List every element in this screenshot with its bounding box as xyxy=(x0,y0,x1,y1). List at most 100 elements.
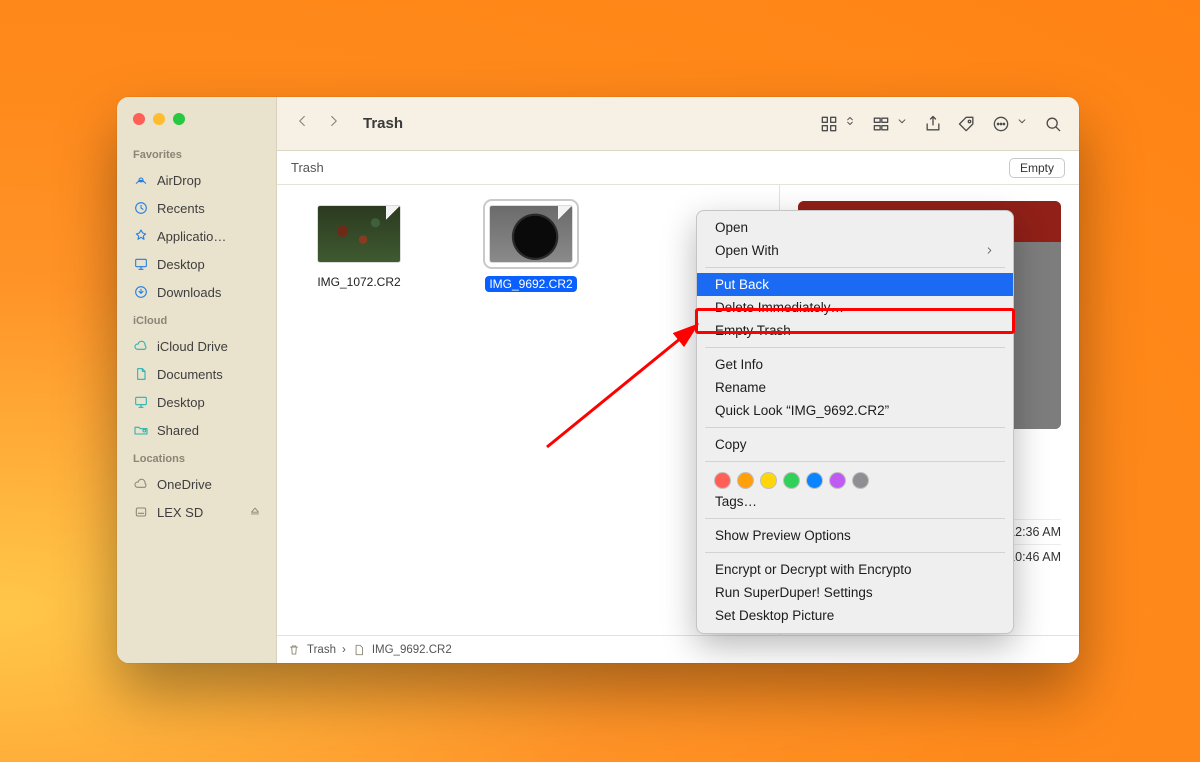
eject-icon[interactable] xyxy=(248,504,262,521)
tag-green[interactable] xyxy=(784,473,799,488)
file-icon xyxy=(352,643,366,657)
sidebar-item-label: Desktop xyxy=(157,257,205,272)
sidebar-item-label: AirDrop xyxy=(157,173,201,188)
shared-folder-icon xyxy=(133,422,149,438)
menu-set-desktop-picture[interactable]: Set Desktop Picture xyxy=(697,604,1013,627)
airdrop-icon xyxy=(133,172,149,188)
section-locations: Locations xyxy=(127,445,268,469)
menu-run-superduper[interactable]: Run SuperDuper! Settings xyxy=(697,581,1013,604)
back-button[interactable] xyxy=(293,112,311,135)
sidebar-item-applications[interactable]: Applicatio… xyxy=(127,223,268,249)
menu-open-with[interactable]: Open With xyxy=(697,239,1013,262)
sidebar-item-label: iCloud Drive xyxy=(157,339,228,354)
file-thumbnail xyxy=(489,205,573,263)
file-item[interactable]: IMG_1072.CR2 xyxy=(293,205,425,293)
tag-yellow[interactable] xyxy=(761,473,776,488)
sidebar-item-lex-sd[interactable]: LEX SD xyxy=(127,499,268,525)
menu-tags[interactable]: Tags… xyxy=(697,490,1013,513)
sidebar-item-downloads[interactable]: Downloads xyxy=(127,279,268,305)
menu-tag-colors xyxy=(697,467,1013,490)
subheader-title: Trash xyxy=(291,160,324,175)
menu-rename[interactable]: Rename xyxy=(697,376,1013,399)
minimize-button[interactable] xyxy=(153,113,165,125)
window-controls xyxy=(127,107,268,139)
applications-icon xyxy=(133,228,149,244)
menu-get-info[interactable]: Get Info xyxy=(697,353,1013,376)
file-item-selected[interactable]: IMG_9692.CR2 xyxy=(465,205,597,293)
menu-delete-immediately[interactable]: Delete Immediately… xyxy=(697,296,1013,319)
more-icon xyxy=(991,114,1011,134)
share-button[interactable] xyxy=(923,114,943,134)
group-button[interactable] xyxy=(871,114,909,134)
disk-icon xyxy=(133,504,149,520)
menu-quick-look[interactable]: Quick Look “IMG_9692.CR2” xyxy=(697,399,1013,422)
forward-button[interactable] xyxy=(325,112,343,135)
sidebar-item-onedrive[interactable]: OneDrive xyxy=(127,471,268,497)
sidebar-item-icloud-drive[interactable]: iCloud Drive xyxy=(127,333,268,359)
path-bar[interactable]: Trash › IMG_9692.CR2 xyxy=(277,635,1079,663)
zoom-button[interactable] xyxy=(173,113,185,125)
sidebar-item-desktop[interactable]: Desktop xyxy=(127,251,268,277)
file-thumbnail xyxy=(317,205,401,263)
cloud-icon xyxy=(133,476,149,492)
finder-window: Favorites AirDrop Recents Applicatio… De… xyxy=(117,97,1079,663)
document-icon xyxy=(133,366,149,382)
tag-purple[interactable] xyxy=(830,473,845,488)
updown-icon xyxy=(843,114,857,128)
menu-copy[interactable]: Copy xyxy=(697,433,1013,456)
sidebar-item-shared[interactable]: Shared xyxy=(127,417,268,443)
sidebar-item-icloud-desktop[interactable]: Desktop xyxy=(127,389,268,415)
menu-empty-trash[interactable]: Empty Trash xyxy=(697,319,1013,342)
downloads-icon xyxy=(133,284,149,300)
share-icon xyxy=(923,114,943,134)
sidebar-item-recents[interactable]: Recents xyxy=(127,195,268,221)
context-menu: Open Open With Put Back Delete Immediate… xyxy=(696,210,1014,634)
sidebar-item-label: OneDrive xyxy=(157,477,212,492)
chevron-down-icon xyxy=(895,114,909,128)
search-button[interactable] xyxy=(1043,114,1063,134)
menu-put-back[interactable]: Put Back xyxy=(697,273,1013,296)
section-favorites: Favorites xyxy=(127,141,268,165)
desktop-icon xyxy=(133,394,149,410)
main-pane: Trash xyxy=(277,97,1079,663)
sidebar: Favorites AirDrop Recents Applicatio… De… xyxy=(117,97,277,663)
desktop-icon xyxy=(133,256,149,272)
file-name: IMG_9692.CR2 xyxy=(485,276,576,292)
tag-blue[interactable] xyxy=(807,473,822,488)
sidebar-item-airdrop[interactable]: AirDrop xyxy=(127,167,268,193)
section-icloud: iCloud xyxy=(127,307,268,331)
sidebar-item-label: Shared xyxy=(157,423,199,438)
path-segment[interactable]: IMG_9692.CR2 xyxy=(372,644,452,656)
subheader: Trash Empty xyxy=(277,151,1079,185)
empty-trash-button[interactable]: Empty xyxy=(1009,158,1065,178)
trash-icon xyxy=(287,643,301,657)
tag-button[interactable] xyxy=(957,114,977,134)
chevron-down-icon xyxy=(1015,114,1029,128)
sidebar-item-label: Documents xyxy=(157,367,223,382)
more-button[interactable] xyxy=(991,114,1029,134)
cloud-icon xyxy=(133,338,149,354)
tag-red[interactable] xyxy=(715,473,730,488)
view-icons-button[interactable] xyxy=(819,114,857,134)
window-title: Trash xyxy=(363,115,403,132)
sidebar-item-label: Recents xyxy=(157,201,205,216)
menu-encrypt-encrypto[interactable]: Encrypt or Decrypt with Encrypto xyxy=(697,558,1013,581)
menu-show-preview-options[interactable]: Show Preview Options xyxy=(697,524,1013,547)
tag-orange[interactable] xyxy=(738,473,753,488)
sidebar-item-label: Applicatio… xyxy=(157,229,226,244)
path-segment[interactable]: Trash xyxy=(307,644,336,656)
sidebar-item-label: Downloads xyxy=(157,285,221,300)
sidebar-item-label: Desktop xyxy=(157,395,205,410)
sidebar-item-documents[interactable]: Documents xyxy=(127,361,268,387)
grid-icon xyxy=(819,114,839,134)
menu-open[interactable]: Open xyxy=(697,216,1013,239)
group-icon xyxy=(871,114,891,134)
close-button[interactable] xyxy=(133,113,145,125)
sidebar-item-label: LEX SD xyxy=(157,505,203,520)
tag-gray[interactable] xyxy=(853,473,868,488)
path-separator: › xyxy=(342,644,346,656)
file-name: IMG_1072.CR2 xyxy=(293,275,425,289)
chevron-right-icon xyxy=(984,245,995,256)
tag-icon xyxy=(957,114,977,134)
clock-icon xyxy=(133,200,149,216)
